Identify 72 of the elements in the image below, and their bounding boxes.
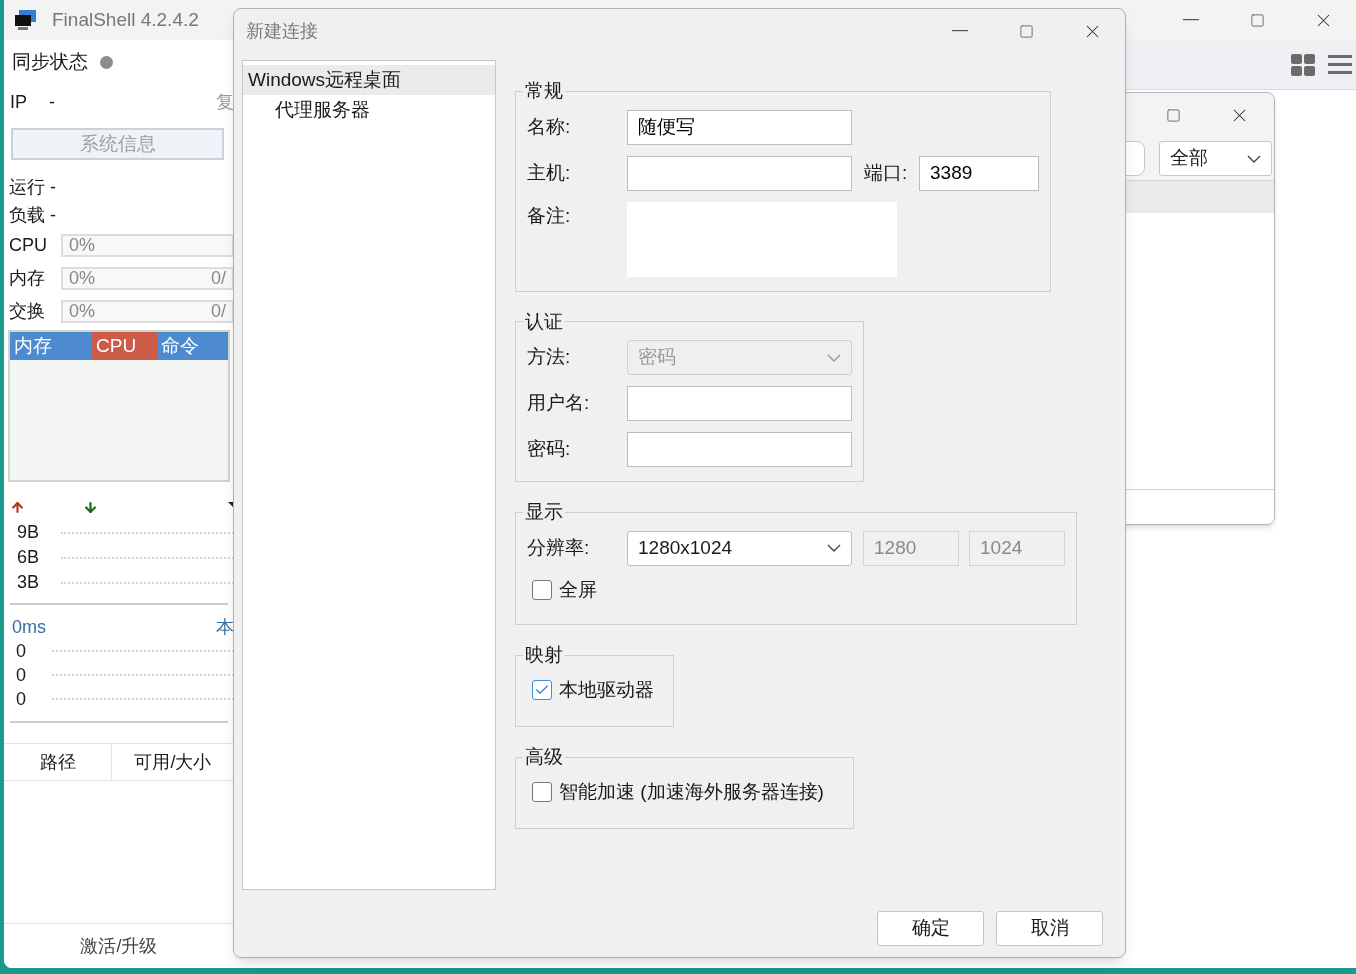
meter-total: 0/: [211, 267, 226, 290]
axis-label: 9B: [17, 521, 41, 544]
field-label: 名称:: [527, 114, 572, 139]
input-field[interactable]: 随便写: [627, 109, 852, 145]
meter-total: 0/: [211, 300, 226, 323]
maximize-icon: [1018, 23, 1034, 39]
checkbox-label: 全屏: [559, 577, 597, 602]
monitor-icon: [14, 9, 38, 31]
field-label: 主机:: [527, 160, 572, 185]
load-text: 负载 -: [8, 204, 57, 227]
chevron-down-icon: [827, 353, 841, 362]
sort-tab[interactable]: 命令: [157, 332, 228, 360]
meter-label: CPU: [9, 234, 48, 257]
ok-button[interactable]: 确定: [877, 911, 984, 946]
sync-label: 同步状态: [12, 50, 88, 75]
field-label: 方法:: [527, 345, 572, 370]
minimize-icon: [952, 30, 968, 32]
group-title: 显示: [524, 500, 564, 524]
ip-value: -: [49, 90, 55, 114]
field-label: 备注:: [527, 203, 572, 228]
checkbox[interactable]: [532, 579, 552, 600]
host-label: 本: [216, 615, 234, 639]
resolution-dropdown[interactable]: 1280x1024: [627, 530, 852, 566]
checkbox-label: 本地驱动器: [559, 677, 654, 702]
input-field[interactable]: [627, 155, 852, 191]
field-label: 用户名:: [527, 391, 591, 416]
chevron-down-icon: [827, 544, 841, 552]
meter-label: 交换: [9, 300, 46, 323]
dialog-title: 新建连接: [246, 19, 318, 43]
download-arrow-icon: [83, 499, 98, 515]
group-title: 高级: [524, 745, 564, 769]
meter-reading: 0%: [69, 300, 95, 323]
ip-label: IP: [10, 90, 27, 114]
list-view-icon[interactable]: [1328, 53, 1352, 76]
checkbox-label: 智能加速 (加速海外服务器连接): [559, 779, 824, 804]
axis-label: 0: [16, 687, 27, 711]
uptime-text: 运行 -: [8, 176, 57, 199]
checkbox[interactable]: [532, 679, 552, 700]
axis-label: 6B: [17, 546, 41, 569]
sort-tab[interactable]: CPU: [92, 332, 157, 360]
maximize-icon: [1249, 12, 1265, 28]
input-field[interactable]: [627, 432, 852, 467]
axis-label: 0: [16, 663, 27, 687]
field-label: 分辨率:: [527, 535, 591, 560]
field-label: 端口:: [864, 160, 909, 185]
maximize-icon: [1165, 107, 1181, 123]
latency-value: 0ms: [12, 615, 46, 639]
input-field[interactable]: [627, 386, 852, 421]
checkbox[interactable]: [532, 781, 552, 802]
group-title: 映射: [524, 643, 564, 667]
meter-reading: 0%: [69, 267, 95, 290]
cancel-button[interactable]: 取消: [996, 911, 1103, 946]
input-field[interactable]: 3389: [919, 155, 1039, 191]
axis-label: 3B: [17, 571, 41, 594]
filter-dropdown[interactable]: 全部: [1159, 141, 1272, 176]
group-title: 常规: [524, 79, 564, 103]
meter-reading: 0%: [69, 234, 95, 257]
sort-tab[interactable]: 内存: [10, 332, 92, 360]
group-title: 认证: [524, 309, 564, 334]
column-header[interactable]: 可用/大小: [112, 744, 234, 780]
minimize-icon: [1183, 19, 1199, 21]
activate-link[interactable]: 激活/升级: [80, 932, 158, 960]
field-label: 密码:: [527, 437, 572, 462]
chevron-down-icon: [1247, 154, 1261, 163]
upload-arrow-icon: [10, 499, 25, 515]
axis-label: 0: [16, 639, 27, 663]
column-header[interactable]: 路径: [4, 744, 112, 780]
tree-item[interactable]: 代理服务器: [243, 95, 495, 125]
window-title: FinalShell 4.2.4.2: [52, 7, 199, 32]
tree-item[interactable]: Windows远程桌面: [243, 65, 495, 95]
grid-view-icon[interactable]: [1291, 53, 1316, 76]
meter-label: 内存: [9, 267, 46, 290]
